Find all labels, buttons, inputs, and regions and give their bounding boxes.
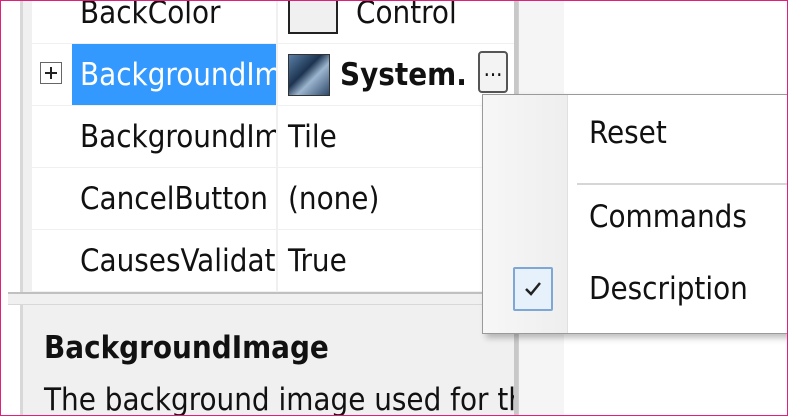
property-row-cancelbutton[interactable]: CancelButton (none): [32, 168, 514, 230]
property-row-causesvalidation[interactable]: CausesValidatic True: [32, 230, 514, 292]
property-name[interactable]: CausesValidatic: [72, 230, 278, 291]
menu-item-commands[interactable]: Commands: [483, 187, 787, 247]
description-splitter[interactable]: [8, 292, 518, 305]
menu-item-label: Commands: [589, 199, 747, 235]
property-value-text: Control: [356, 0, 457, 31]
panel-left-gutter: [8, 0, 23, 416]
context-menu: Reset Commands Description: [482, 94, 788, 334]
property-value[interactable]: True: [282, 230, 514, 291]
menu-item-label: Description: [589, 271, 748, 307]
image-thumbnail-icon: [288, 53, 330, 96]
description-text: The background image used for the: [44, 382, 544, 416]
property-name[interactable]: CancelButton: [72, 168, 278, 229]
menu-item-label: Reset: [589, 115, 667, 151]
color-swatch-icon: [288, 0, 338, 34]
property-name[interactable]: BackColor: [72, 0, 278, 43]
expand-plus-icon[interactable]: [40, 62, 62, 84]
property-value[interactable]: Tile: [282, 106, 514, 167]
property-value[interactable]: Control: [282, 0, 514, 43]
property-name[interactable]: BackgroundIm: [72, 44, 278, 105]
menu-item-reset[interactable]: Reset: [483, 103, 787, 163]
properties-panel: BackColor Control BackgroundIm System. B…: [8, 0, 564, 416]
ellipsis-button[interactable]: ...: [478, 51, 508, 93]
property-grid: BackColor Control BackgroundIm System. B…: [32, 0, 514, 292]
property-row-backgroundimagelayout[interactable]: BackgroundIm Tile: [32, 106, 514, 168]
property-row-backcolor[interactable]: BackColor Control: [32, 0, 514, 44]
property-value-text: System.: [340, 56, 467, 93]
property-value[interactable]: (none): [282, 168, 514, 229]
menu-separator: [577, 183, 787, 186]
description-title: BackgroundImage: [44, 330, 329, 366]
property-row-backgroundimage[interactable]: BackgroundIm System.: [32, 44, 514, 106]
checkmark-icon: [513, 267, 553, 311]
property-name[interactable]: BackgroundIm: [72, 106, 278, 167]
